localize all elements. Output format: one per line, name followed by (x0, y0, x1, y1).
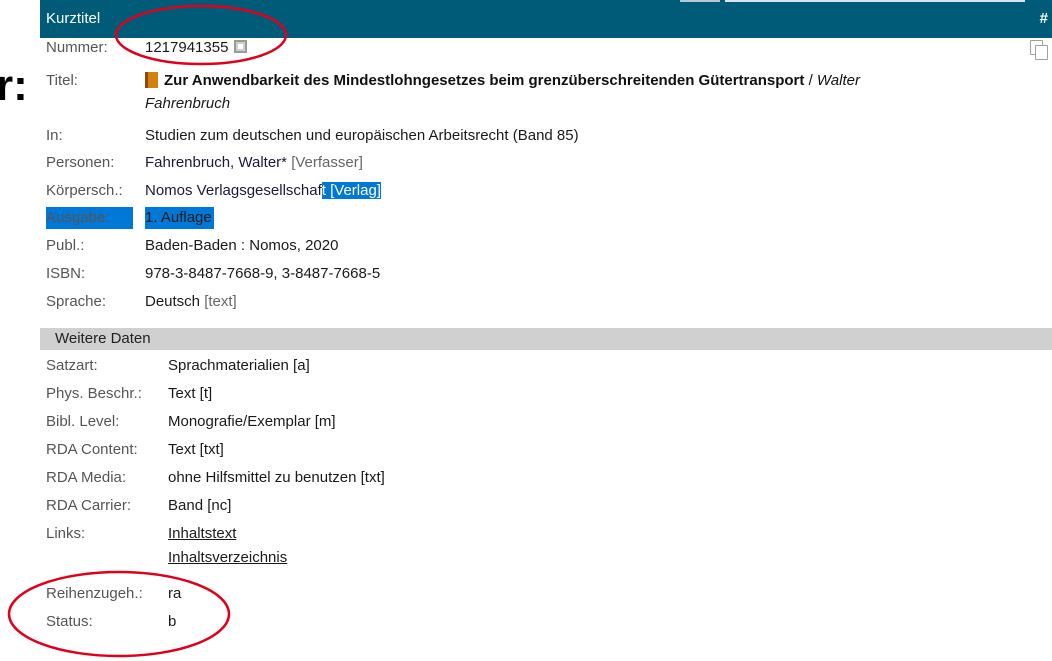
link-inhaltsverzeichnis[interactable]: Inhaltsverzeichnis (168, 547, 287, 569)
hash-link[interactable]: # (1040, 10, 1048, 27)
link-inhaltstext[interactable]: Inhaltstext (168, 523, 236, 545)
header-bar: Kurztitel # (40, 0, 1052, 38)
title-text[interactable]: Zur Anwendbarkeit des Mindestlohngesetze… (164, 72, 804, 89)
book-icon (145, 72, 158, 88)
section-weitere-daten: Weitere Daten (40, 328, 1052, 350)
corp-value-selected: t [Verlag] (321, 182, 381, 199)
label-nummer: Nummer: (46, 39, 108, 56)
isbn-value: 978-3-8487-7668-9, 3-8487-7668-5 (145, 265, 381, 282)
nummer-value: 1217941355 (145, 39, 229, 56)
series-value[interactable]: Studien zum deutschen und europäischen A… (145, 125, 579, 147)
sprache-value: Deutsch (145, 293, 201, 310)
small-square-icon[interactable] (234, 40, 248, 53)
corp-value[interactable]: Nomos Verlagsgesellschaf (145, 182, 322, 199)
publ-value: Baden-Baden : Nomos, 2020 (145, 237, 339, 254)
copy-icon[interactable] (1030, 40, 1048, 60)
section-title: Weitere Daten (55, 330, 151, 347)
author-text: Walter (816, 72, 860, 89)
header-title: Kurztitel (46, 10, 101, 27)
label-ausgabe-selected: Ausgabe: (46, 207, 134, 229)
annotation-ellipse-status (7, 570, 231, 658)
cropped-text: r: (0, 61, 28, 110)
author-text-cont: Fahrenbruch (145, 95, 231, 112)
label-titel: Titel: (46, 72, 78, 89)
ausgabe-value: 1. Auflage (145, 207, 214, 229)
person-value[interactable]: Fahrenbruch, Walter* (145, 154, 287, 171)
